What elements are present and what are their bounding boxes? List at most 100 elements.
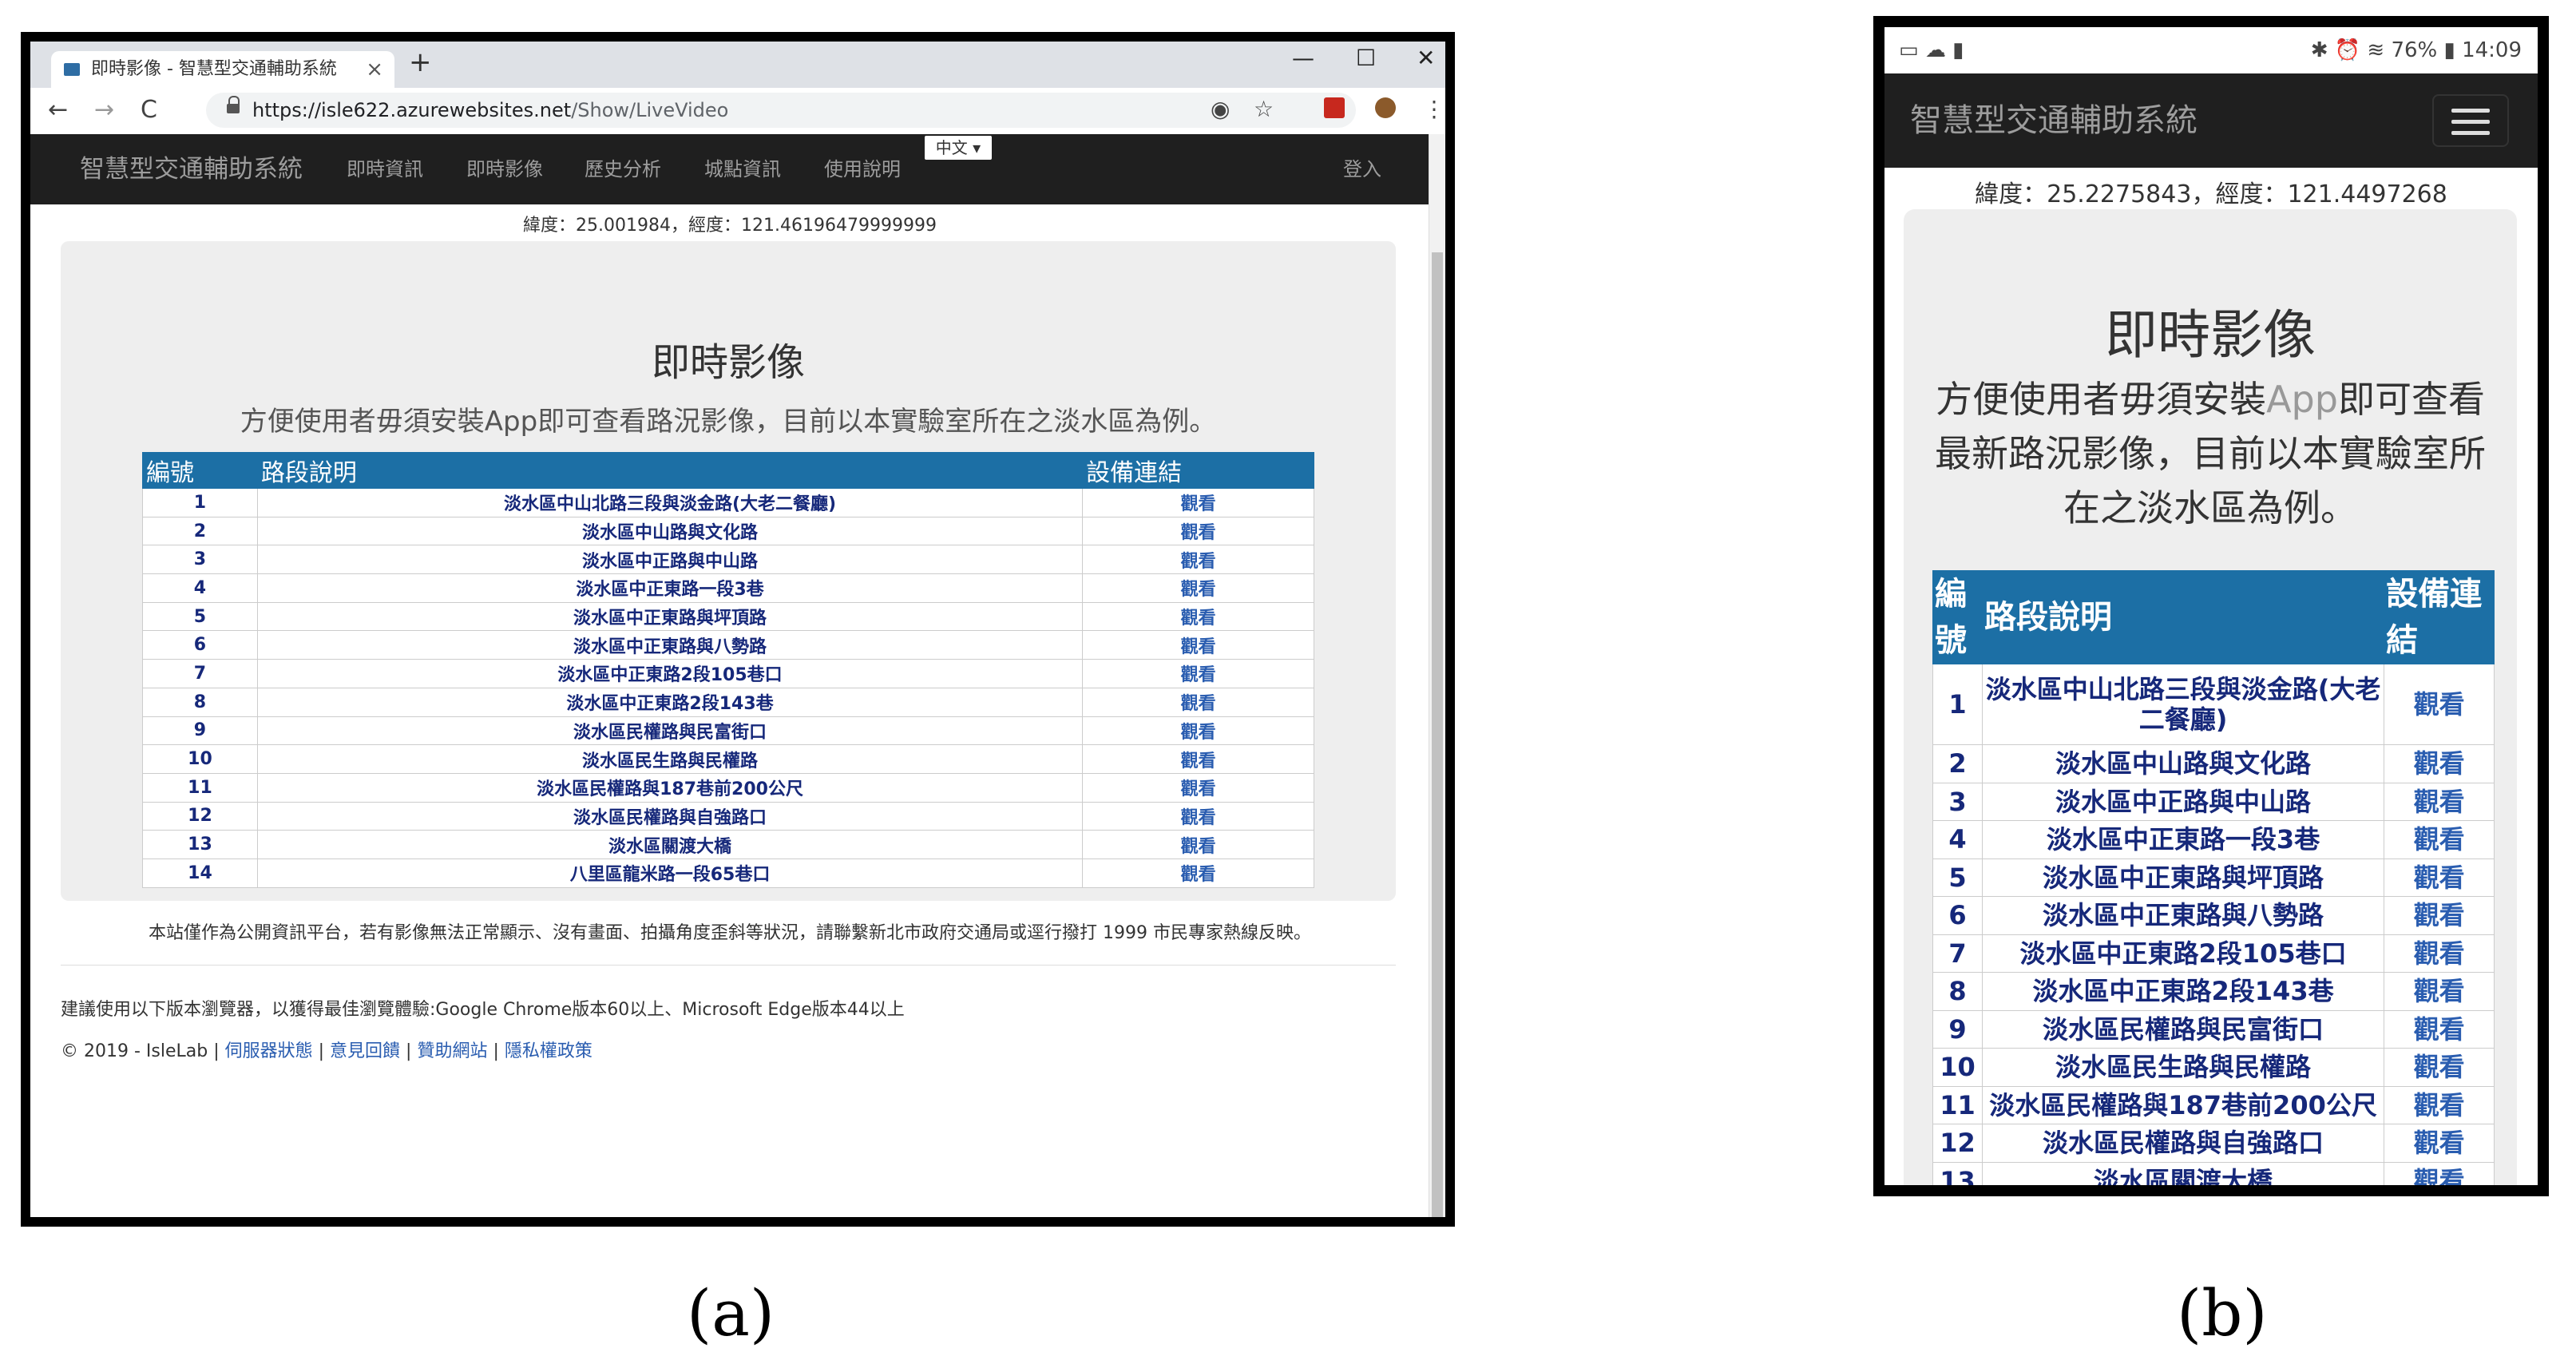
scrollbar-thumb[interactable]: [1432, 252, 1443, 1217]
row-number: 10: [1932, 1048, 1983, 1087]
page-title: 即時影像: [651, 340, 805, 385]
coordinates-text: 緯度：25.001984，經度：121.46196479999999: [523, 216, 937, 236]
phone-status-bar: ▭ ☁ ▮ ✱ ⏰ ≋ 76% ▮ 14:09: [1884, 27, 2538, 73]
footer-link-server-status[interactable]: 伺服器狀態: [225, 1041, 313, 1061]
hamburger-menu-icon[interactable]: [2432, 94, 2509, 147]
row-watch-link[interactable]: 觀看: [1082, 630, 1314, 660]
row-watch-link[interactable]: 觀看: [2384, 1161, 2495, 1185]
browser-advice: 建議使用以下版本瀏覽器，以獲得最佳瀏覽體驗:Google Chrome版本60以…: [61, 1000, 905, 1020]
row-watch-link[interactable]: 觀看: [2384, 1124, 2495, 1163]
row-number: 4: [142, 573, 258, 603]
row-watch-link[interactable]: 觀看: [1082, 744, 1314, 774]
nav-link-location-info[interactable]: 城點資訊: [704, 134, 781, 204]
table-row: 13 淡水區關渡大橋 觀看: [142, 830, 1314, 859]
row-watch-link[interactable]: 觀看: [2384, 1048, 2495, 1087]
row-road-description: 淡水區民生路與民權路: [256, 744, 1084, 774]
row-watch-link[interactable]: 觀看: [1082, 830, 1314, 859]
login-link[interactable]: 登入: [1343, 134, 1381, 204]
row-watch-link[interactable]: 觀看: [1082, 516, 1314, 546]
row-road-description: 淡水區中正東路2段105巷口: [1981, 934, 2385, 973]
row-watch-link[interactable]: 觀看: [1082, 659, 1314, 688]
table-row: 8 淡水區中正東路2段143巷 觀看: [142, 687, 1314, 717]
site-brand[interactable]: 智慧型交通輔助系統: [80, 134, 303, 204]
table-row: 6 淡水區中正東路與八勢路 觀看: [142, 630, 1314, 660]
row-watch-link[interactable]: 觀看: [2384, 782, 2495, 821]
row-road-description: 淡水區中山北路三段與淡金路(大老二餐廳): [256, 488, 1084, 517]
row-watch-link[interactable]: 觀看: [1082, 545, 1314, 575]
back-button[interactable]: ←: [48, 96, 68, 124]
row-watch-link[interactable]: 觀看: [2384, 820, 2495, 859]
row-number: 5: [142, 601, 258, 632]
mobile-navbar: 智慧型交通輔助系統: [1884, 73, 2538, 168]
row-watch-link[interactable]: 觀看: [1082, 601, 1314, 632]
copyright-line: © 2019 - IsleLab | 伺服器狀態 | 意見回饋 | 贊助網站 |…: [61, 1041, 592, 1061]
row-road-description: 淡水區民權路與自強路口: [256, 801, 1084, 831]
site-favicon-icon: [64, 63, 80, 76]
row-road-description: 淡水區中正路與中山路: [256, 545, 1084, 575]
row-watch-link[interactable]: 觀看: [2384, 934, 2495, 973]
row-watch-link[interactable]: 觀看: [1082, 858, 1314, 888]
url-text: https://isle622.azurewebsites.net/Show/L…: [252, 99, 729, 121]
jumbotron: 即時影像 方便使用者毋須安裝App即可查看路況影像，目前以本實驗室所在之淡水區為…: [61, 241, 1396, 901]
minimize-button[interactable]: —: [1292, 45, 1314, 71]
tab-close-icon[interactable]: ×: [366, 51, 383, 88]
row-number: 10: [142, 744, 258, 774]
row-watch-link[interactable]: 觀看: [1082, 716, 1314, 746]
table-row: 4 淡水區中正東路一段3巷 觀看: [142, 573, 1314, 603]
nav-link-history[interactable]: 歷史分析: [585, 134, 661, 204]
nav-link-live-video[interactable]: 即時影像: [466, 134, 543, 204]
column-header-road: 路段說明: [1981, 570, 2385, 664]
caption-a: (a): [687, 1276, 775, 1350]
row-road-description: 淡水區民生路與民權路: [1981, 1048, 2385, 1087]
footer-link-sponsor[interactable]: 贊助網站: [417, 1041, 487, 1061]
site-brand[interactable]: 智慧型交通輔助系統: [1910, 73, 2198, 168]
reload-button[interactable]: C: [141, 96, 157, 124]
row-watch-link[interactable]: 觀看: [1082, 488, 1314, 517]
url-input[interactable]: https://isle622.azurewebsites.net/Show/L…: [206, 93, 1356, 128]
row-watch-link[interactable]: 觀看: [1082, 687, 1314, 717]
browser-tab[interactable]: 即時影像 - 智慧型交通輔助系統 ×: [51, 51, 394, 88]
new-tab-button[interactable]: +: [409, 46, 432, 78]
row-number: 2: [142, 516, 258, 546]
bookmark-star-icon[interactable]: ☆: [1254, 96, 1274, 122]
row-watch-link[interactable]: 觀看: [2384, 1009, 2495, 1049]
row-watch-link[interactable]: 觀看: [2384, 896, 2495, 935]
tab-title: 即時影像 - 智慧型交通輔助系統: [91, 59, 337, 79]
table-row: 3 淡水區中正路與中山路 觀看: [1932, 782, 2495, 821]
row-watch-link[interactable]: 觀看: [2384, 858, 2495, 897]
row-watch-link[interactable]: 觀看: [2384, 972, 2495, 1011]
row-number: 6: [142, 630, 258, 660]
row-road-description: 淡水區中正東路一段3巷: [1981, 820, 2385, 859]
row-watch-link[interactable]: 觀看: [1082, 801, 1314, 831]
row-road-description: 淡水區中山路與文化路: [256, 516, 1084, 546]
footer-notice: 本站僅作為公開資訊平台，若有影像無法正常顯示、沒有畫面、拍攝角度歪斜等狀況，請聯…: [149, 923, 1311, 943]
menu-kebab-icon[interactable]: ⋮: [1423, 96, 1445, 122]
footer-link-privacy[interactable]: 隱私權政策: [505, 1041, 592, 1061]
row-watch-link[interactable]: 觀看: [2384, 664, 2495, 745]
nav-link-realtime-info[interactable]: 即時資訊: [347, 134, 423, 204]
row-number: 3: [142, 545, 258, 575]
footer-link-feedback[interactable]: 意見回饋: [330, 1041, 400, 1061]
table-row: 6 淡水區中正東路與八勢路 觀看: [1932, 896, 2495, 935]
row-road-description: 淡水區中正東路2段143巷: [256, 687, 1084, 717]
row-watch-link[interactable]: 觀看: [1082, 772, 1314, 803]
nav-link-guide[interactable]: 使用說明: [824, 134, 901, 204]
caption-b: (b): [2177, 1276, 2268, 1350]
table-row: 7 淡水區中正東路2段105巷口 觀看: [142, 659, 1314, 688]
table-row: 11 淡水區民權路與187巷前200公尺 觀看: [142, 772, 1314, 803]
row-watch-link[interactable]: 觀看: [2384, 744, 2495, 783]
row-watch-link[interactable]: 觀看: [2384, 1085, 2495, 1124]
language-select[interactable]: 中文 ▾: [925, 136, 992, 160]
page-title: 即時影像: [2105, 304, 2316, 366]
table-row: 3 淡水區中正路與中山路 觀看: [142, 545, 1314, 575]
maximize-button[interactable]: ☐: [1356, 45, 1376, 71]
forward-button[interactable]: →: [94, 96, 114, 124]
page-scrollbar[interactable]: [1429, 134, 1445, 1217]
location-icon[interactable]: ◉: [1211, 96, 1230, 122]
row-watch-link[interactable]: 觀看: [1082, 573, 1314, 603]
row-road-description: 淡水區民權路與民富街口: [256, 716, 1084, 746]
profile-avatar[interactable]: [1375, 97, 1396, 118]
row-number: 11: [1932, 1085, 1983, 1124]
close-window-button[interactable]: ✕: [1417, 45, 1435, 71]
pdf-extension-icon[interactable]: [1324, 97, 1345, 118]
